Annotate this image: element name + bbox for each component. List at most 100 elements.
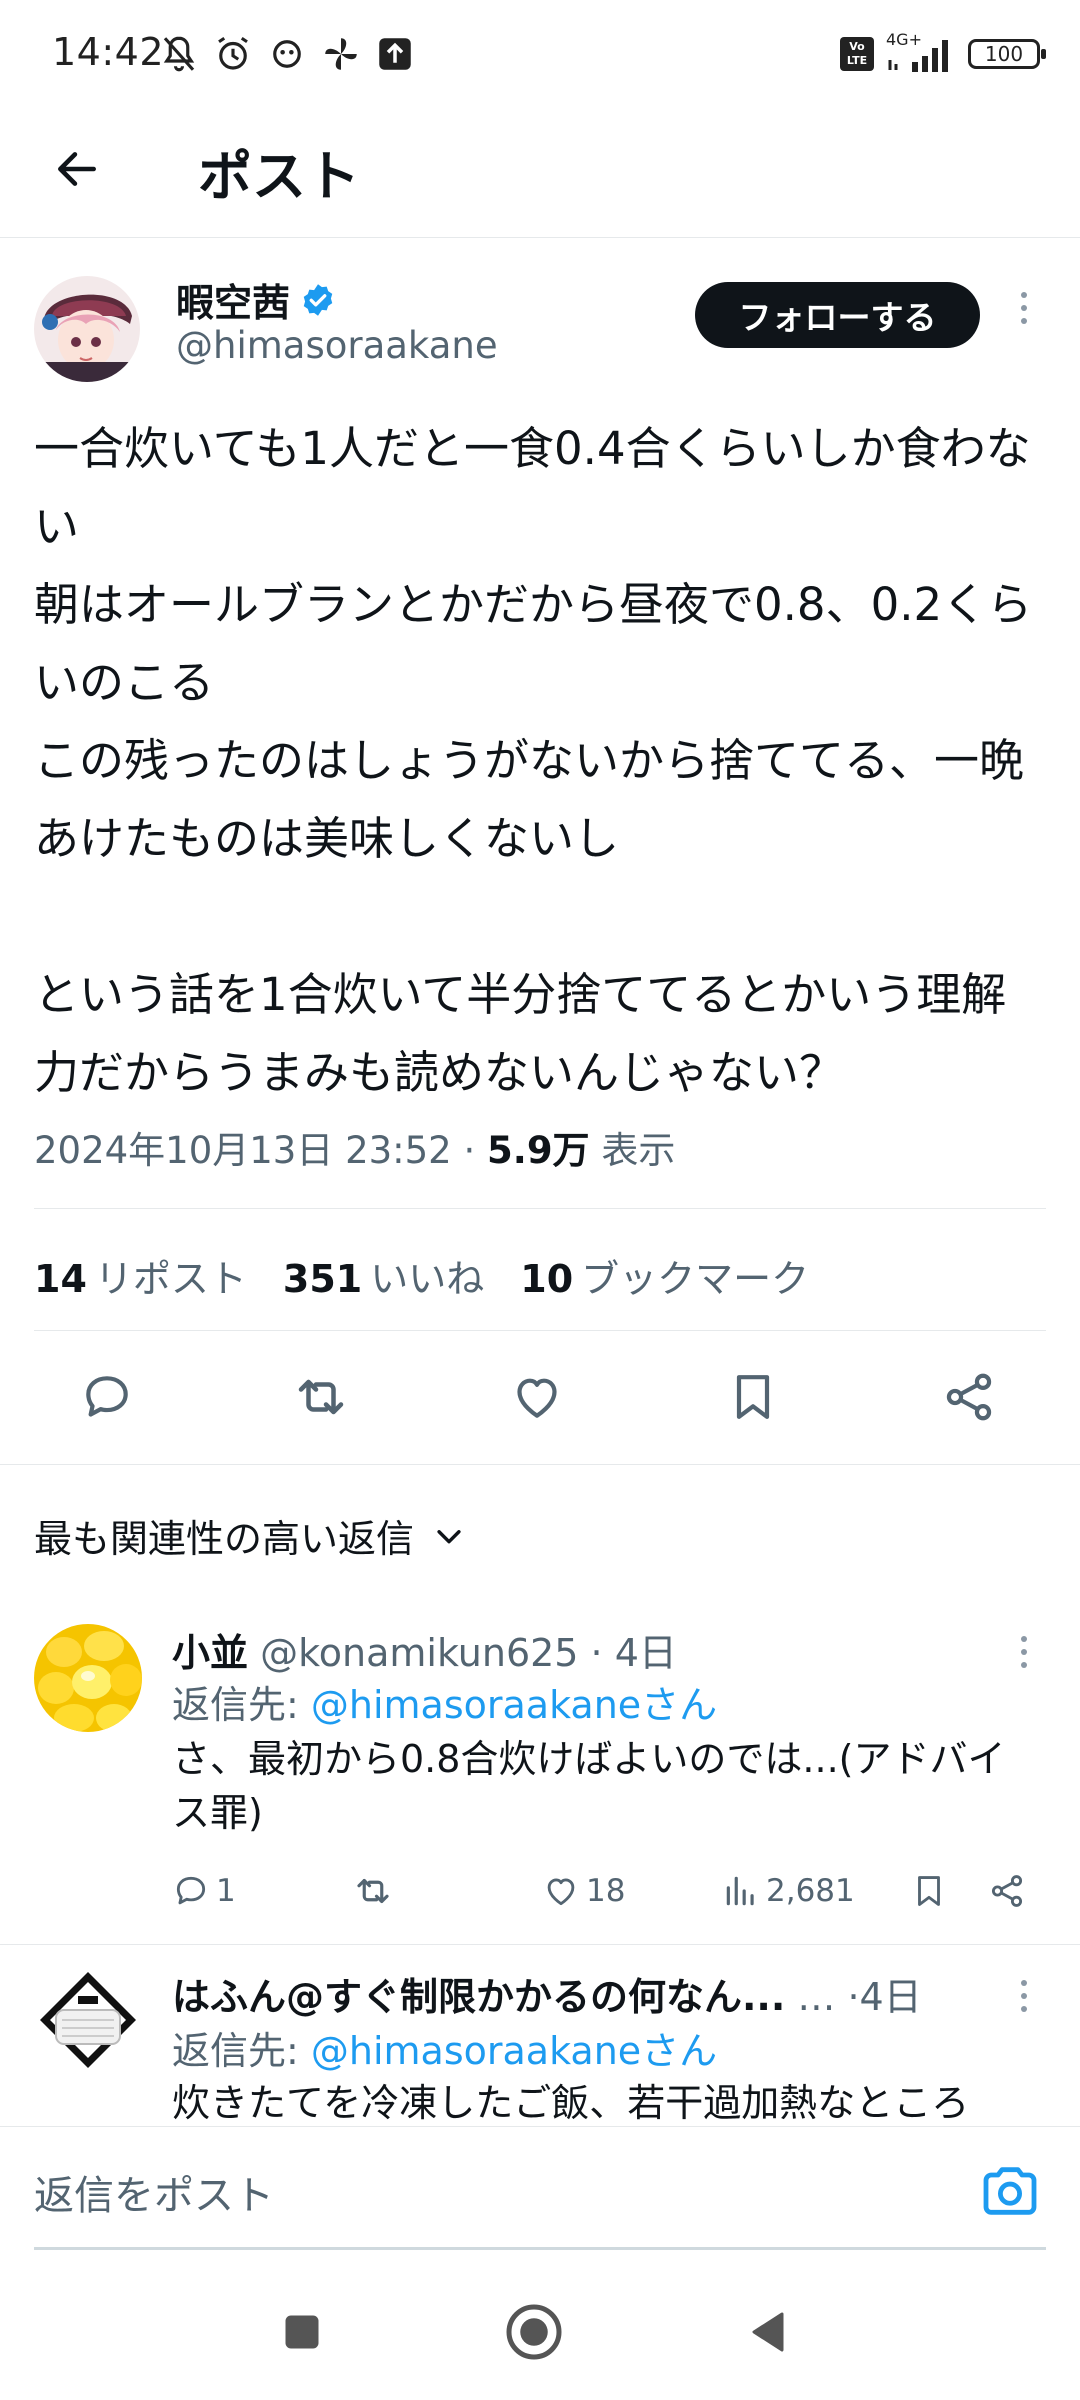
reply-item[interactable]: 小並 @konamikun625 · 4日 返信先: @himasoraakan…: [0, 1620, 1080, 1940]
share-icon: [991, 1875, 1023, 1907]
reply-like-button[interactable]: 18: [542, 1866, 625, 1916]
reply-reply-count: 1: [216, 1873, 236, 1909]
likes-count: 351: [282, 1257, 363, 1301]
divider: [0, 1464, 1080, 1465]
reply-text: 炊きたてを冷凍したご飯、若干過加熱なところ: [172, 2081, 970, 2125]
reposts-count: 14: [34, 1257, 87, 1301]
likes-stat[interactable]: 351 いいね: [283, 1248, 484, 1303]
battery-icon: 100: [968, 39, 1046, 69]
author-name-text: 暇空茜: [176, 281, 291, 325]
home-button[interactable]: [504, 2302, 564, 2362]
like-button[interactable]: [502, 1362, 572, 1432]
post-author: 暇空茜 @himasoraakane フォローする: [0, 268, 1080, 388]
home-circle-icon: [506, 2304, 562, 2360]
reply-action-bar: 1 18 2,681: [172, 1866, 1032, 1916]
upload-icon: [379, 38, 411, 70]
status-system-icons: Vo LTE 4G+ 100: [840, 30, 1046, 74]
status-bar: 14:42 Vo LTE 4G+ 100: [0, 0, 1080, 110]
back-nav-button[interactable]: [738, 2302, 798, 2362]
author-handle[interactable]: @himasoraakane: [176, 324, 498, 367]
post-more-options-icon[interactable]: [1012, 292, 1036, 324]
follow-button[interactable]: フォローする: [695, 282, 980, 348]
reply-button[interactable]: [72, 1362, 142, 1432]
camera-button[interactable]: [978, 2159, 1042, 2223]
reply-to-link[interactable]: @himasoraakaneさん: [311, 1683, 717, 1727]
chevron-down-icon: [437, 1529, 461, 1543]
reply-author-handle[interactable]: @konamikun625 · 4日: [248, 1631, 677, 1675]
volte-icon: Vo LTE: [840, 37, 874, 71]
meta-separator: ·: [451, 1129, 488, 1172]
post-timestamp[interactable]: 2024年10月13日 23:52: [34, 1129, 452, 1172]
bookmark-icon: [918, 1876, 940, 1906]
reply-to-prefix: 返信先:: [172, 2029, 311, 2073]
author-name[interactable]: 暇空茜: [176, 272, 336, 327]
reply-compose-bar: 返信をポスト: [0, 2126, 1080, 2258]
reposts-label: リポスト: [94, 1257, 247, 1301]
reply-compose-input[interactable]: 返信をポスト: [34, 2163, 274, 2221]
reply-author-name[interactable]: 小並: [172, 1631, 248, 1675]
views-chart-icon: [726, 1876, 754, 1906]
share-icon: [946, 1373, 992, 1421]
views-label: 表示: [589, 1129, 676, 1172]
bookmark-button[interactable]: [718, 1362, 788, 1432]
reply-icon: [176, 1876, 206, 1905]
bookmarks-count: 10: [520, 1257, 574, 1301]
post-text: 一合炊いても1人だと一食0.4合くらいしか食わない 朝はオールブランとかだから昼…: [34, 422, 1033, 1099]
author-avatar[interactable]: [34, 276, 140, 382]
reply-reply-button[interactable]: 1: [172, 1866, 236, 1916]
divider: [0, 1944, 1080, 1945]
reply-share-button[interactable]: [988, 1866, 1026, 1916]
reply-avatar[interactable]: [34, 1966, 142, 2074]
alarm-icon: [218, 36, 248, 70]
bookmarks-label: ブックマーク: [581, 1257, 810, 1301]
heart-icon: [547, 1878, 575, 1906]
reply-header: 小並 @konamikun625 · 4日: [172, 1622, 677, 1677]
share-button[interactable]: [934, 1362, 1004, 1432]
repost-icon: [357, 1878, 389, 1904]
likes-label: いいね: [370, 1257, 485, 1301]
status-notification-icons: [158, 30, 416, 78]
heart-icon: [517, 1378, 557, 1418]
reply-item[interactable]: はふん@すぐ制限かかるの何なん... … ·4日 返信先: @himasoraa…: [0, 1966, 1080, 2126]
reply-more-options-icon[interactable]: [1012, 1636, 1036, 1668]
reply-icon: [86, 1376, 128, 1417]
post-meta: 2024年10月13日 23:52 · 5.9万 表示: [34, 1120, 675, 1174]
reply-to-prefix: 返信先:: [172, 1683, 311, 1727]
divider: [34, 1330, 1046, 1331]
reply-to-link[interactable]: @himasoraakaneさん: [311, 2029, 717, 2073]
reply-avatar[interactable]: [34, 1624, 142, 1732]
back-button[interactable]: [42, 134, 112, 204]
reply-bookmark-button[interactable]: [910, 1866, 948, 1916]
reply-more-options-icon[interactable]: [1012, 1980, 1036, 2012]
post-stats: 14 リポスト 351 いいね 10 ブックマーク: [34, 1248, 809, 1303]
replies-sort-label: 最も関連性の高い返信: [34, 1517, 415, 1561]
reply-header: はふん@すぐ制限かかるの何なん... … ·4日: [172, 1966, 922, 2021]
reply-author-name[interactable]: はふん@すぐ制限かかるの何なん...: [172, 1975, 785, 2019]
mute-icon: [163, 36, 195, 72]
repost-icon: [298, 1379, 344, 1415]
replies-sort-dropdown[interactable]: 最も関連性の高い返信: [34, 1508, 466, 1563]
reply-author-handle[interactable]: … ·4日: [785, 1975, 921, 2019]
reposts-stat[interactable]: 14 リポスト: [34, 1248, 247, 1303]
reply-text: さ、最初から0.8合炊けばよいのでは...(アドバイス罪): [172, 1737, 1006, 1835]
post-action-bar: [0, 1362, 1080, 1442]
reply-views-button[interactable]: 2,681: [722, 1866, 855, 1916]
compose-underline: [34, 2247, 1046, 2250]
page-title: ポスト: [198, 145, 360, 208]
bookmarks-stat[interactable]: 10 ブックマーク: [520, 1248, 809, 1303]
header: ポスト: [0, 110, 1080, 238]
reply-to-line: 返信先: @himasoraakaneさん: [172, 1674, 717, 1729]
views-count: 5.9万: [487, 1129, 590, 1172]
repost-button[interactable]: [286, 1362, 356, 1432]
recents-button[interactable]: [272, 2302, 332, 2362]
pinwheel-icon: [325, 38, 357, 70]
reply-like-count: 18: [586, 1873, 626, 1909]
bookmark-icon: [736, 1375, 770, 1419]
status-time: 14:42: [52, 30, 165, 74]
divider: [34, 1208, 1046, 1209]
triangle-back-icon: [752, 2312, 784, 2352]
system-nav-bar: [0, 2262, 1080, 2400]
app-notification-icon: [273, 40, 301, 68]
reply-view-count: 2,681: [766, 1873, 855, 1909]
reply-repost-button[interactable]: [352, 1866, 394, 1916]
